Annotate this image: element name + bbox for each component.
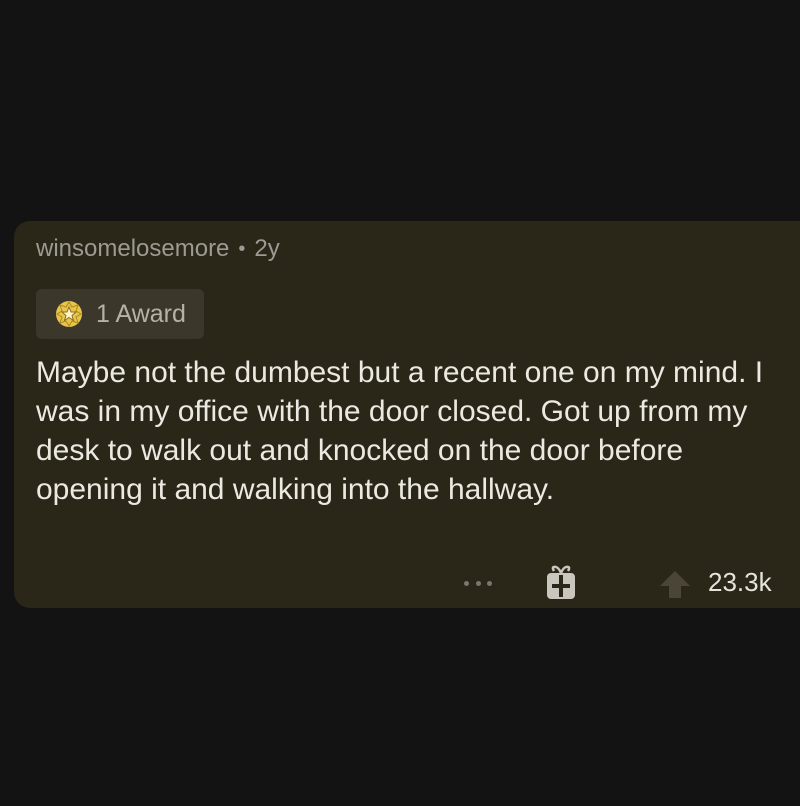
- comment-action-bar: 23.3k: [14, 565, 800, 605]
- comment-body-text: Maybe not the dumbest but a recent one o…: [36, 356, 764, 506]
- award-label: 1 Award: [96, 299, 186, 328]
- comment-meta: winsomelosemore • 2y: [36, 235, 280, 263]
- username-link[interactable]: winsomelosemore: [36, 235, 229, 263]
- comment-age: 2y: [254, 235, 280, 262]
- gift-icon[interactable]: [544, 565, 578, 601]
- more-options-icon[interactable]: [464, 577, 492, 589]
- comment-card: winsomelosemore • 2y 1 Award Maybe not t…: [14, 221, 800, 608]
- screen: winsomelosemore • 2y 1 Award Maybe not t…: [0, 0, 800, 806]
- vote-count: 23.3k: [708, 567, 772, 597]
- award-chip[interactable]: 1 Award: [36, 289, 204, 339]
- upvote-arrow-icon[interactable]: [658, 569, 692, 599]
- meta-separator: •: [238, 237, 246, 260]
- award-badge-icon: [54, 299, 84, 329]
